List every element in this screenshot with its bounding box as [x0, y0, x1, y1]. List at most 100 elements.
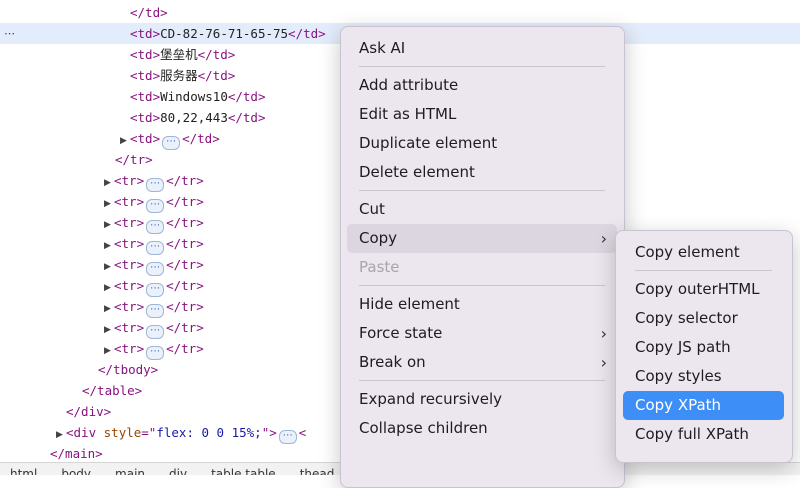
menu-item-label: Copy full XPath: [635, 425, 749, 443]
collapsed-ellipsis-icon[interactable]: ⋯: [162, 136, 181, 150]
html-tag: </td>: [182, 131, 220, 146]
menu-item-label: Copy XPath: [635, 396, 722, 414]
menu-item-label: Edit as HTML: [359, 105, 457, 123]
menu-delete-element[interactable]: Delete element: [347, 158, 617, 187]
html-tag: <td>: [130, 131, 161, 146]
menu-item-label: Expand recursively: [359, 390, 502, 408]
collapsed-ellipsis-icon[interactable]: ⋯: [146, 346, 165, 360]
menu-item-label: Copy JS path: [635, 338, 731, 356]
collapsed-ellipsis-icon[interactable]: ⋯: [146, 220, 165, 234]
html-tag: </div>: [66, 404, 112, 419]
menu-separator: [635, 270, 772, 271]
menu-collapse-children[interactable]: Collapse children: [347, 414, 617, 443]
menu-break-on[interactable]: Break on ›: [347, 348, 617, 377]
tree-row-content: </div>: [66, 401, 111, 422]
html-tag: </tr>: [166, 278, 204, 293]
html-tag: </tr>: [166, 173, 204, 188]
html-tag: </td>: [197, 47, 236, 62]
menu-expand-recursively[interactable]: Expand recursively: [347, 385, 617, 414]
menu-cut[interactable]: Cut: [347, 195, 617, 224]
menu-item-label: Delete element: [359, 163, 475, 181]
menu-item-label: Break on: [359, 353, 426, 371]
menu-item-label: Duplicate element: [359, 134, 498, 152]
html-tag: <tr>: [114, 341, 145, 356]
tree-row-content: <td>服务器</td>: [130, 65, 235, 86]
html-tag: <td>: [130, 68, 161, 83]
menu-item-label: Cut: [359, 200, 385, 218]
html-tag: </tr>: [115, 152, 153, 167]
attribute-name: style: [103, 425, 142, 440]
html-tag: </tr>: [166, 341, 204, 356]
tree-row-content: </tbody>: [98, 359, 158, 380]
menu-separator: [359, 190, 605, 191]
html-tag: </tr>: [166, 236, 204, 251]
menu-ask-ai[interactable]: Ask AI: [347, 34, 617, 63]
submenu-copy-element[interactable]: Copy element: [623, 238, 784, 267]
menu-hide-element[interactable]: Hide element: [347, 290, 617, 319]
collapsed-ellipsis-icon[interactable]: ⋯: [278, 430, 297, 444]
menu-item-label: Paste: [359, 258, 400, 276]
collapsed-ellipsis-icon[interactable]: ⋯: [146, 241, 165, 255]
submenu-copy-js-path[interactable]: Copy JS path: [623, 333, 784, 362]
submenu-copy-styles[interactable]: Copy styles: [623, 362, 784, 391]
html-tag: <td>: [130, 47, 161, 62]
collapsed-ellipsis-icon[interactable]: ⋯: [146, 325, 165, 339]
menu-item-label: Copy outerHTML: [635, 280, 760, 298]
chevron-right-icon: ›: [600, 229, 607, 248]
tree-row-content: <td>CD-82-76-71-65-75</td>: [130, 23, 326, 44]
submenu-copy-outerhtml[interactable]: Copy outerHTML: [623, 275, 784, 304]
submenu-copy-selector[interactable]: Copy selector: [623, 304, 784, 333]
row-more-icon[interactable]: ⋯: [4, 23, 16, 44]
text-node: 服务器: [160, 68, 198, 83]
menu-force-state[interactable]: Force state ›: [347, 319, 617, 348]
menu-item-label: Copy element: [635, 243, 740, 261]
html-tag: </tr>: [166, 320, 204, 335]
menu-separator: [359, 66, 605, 67]
html-tag: <: [298, 425, 307, 440]
collapsed-ellipsis-icon[interactable]: ⋯: [146, 199, 165, 213]
attribute-value: flex: 0 0 15%;: [156, 425, 262, 440]
html-tag: <tr>: [114, 173, 145, 188]
menu-copy[interactable]: Copy ›: [347, 224, 617, 253]
tree-row[interactable]: </td>: [0, 2, 800, 23]
menu-item-label: Add attribute: [359, 76, 459, 94]
tree-row-content: <td>80,22,443</td>: [130, 107, 265, 128]
html-tag: </tr>: [166, 215, 204, 230]
menu-item-label: Copy: [359, 229, 398, 247]
menu-item-label: Collapse children: [359, 419, 488, 437]
collapsed-ellipsis-icon[interactable]: ⋯: [146, 262, 165, 276]
chevron-right-icon: ›: [600, 324, 607, 343]
submenu-copy-xpath[interactable]: Copy XPath: [623, 391, 784, 420]
text-node: 堡垒机: [160, 47, 198, 62]
html-tag: </tr>: [166, 299, 204, 314]
submenu-copy-full-xpath[interactable]: Copy full XPath: [623, 420, 784, 449]
menu-separator: [359, 380, 605, 381]
html-tag: </tr>: [166, 194, 204, 209]
text-node: Windows10: [160, 89, 228, 104]
menu-duplicate-element[interactable]: Duplicate element: [347, 129, 617, 158]
html-tag: =": [141, 425, 157, 440]
html-tag: <tr>: [114, 299, 145, 314]
html-tag: <td>: [130, 89, 161, 104]
collapsed-ellipsis-icon[interactable]: ⋯: [146, 283, 165, 297]
tree-row-content: </main>: [50, 443, 103, 464]
html-tag: </td>: [227, 89, 266, 104]
menu-item-label: Copy styles: [635, 367, 722, 385]
menu-separator: [359, 285, 605, 286]
text-node: CD-82-76-71-65-75: [160, 26, 289, 41]
menu-item-label: Hide element: [359, 295, 460, 313]
collapsed-ellipsis-icon[interactable]: ⋯: [146, 178, 165, 192]
html-tag: </td>: [288, 26, 326, 41]
html-tag: <tr>: [114, 320, 145, 335]
menu-item-label: Copy selector: [635, 309, 738, 327]
menu-edit-as-html[interactable]: Edit as HTML: [347, 100, 617, 129]
copy-submenu: Copy element Copy outerHTML Copy selector C…: [615, 230, 793, 463]
collapsed-ellipsis-icon[interactable]: ⋯: [146, 304, 165, 318]
html-tag: <td>: [130, 110, 161, 125]
html-tag: </tbody>: [98, 362, 159, 377]
tree-row-content: </tr>: [115, 149, 153, 170]
menu-add-attribute[interactable]: Add attribute: [347, 71, 617, 100]
tree-row-content: <td>堡垒机</td>: [130, 44, 235, 65]
tree-row-content: <td>Windows10</td>: [130, 86, 265, 107]
html-tag: <tr>: [114, 278, 145, 293]
